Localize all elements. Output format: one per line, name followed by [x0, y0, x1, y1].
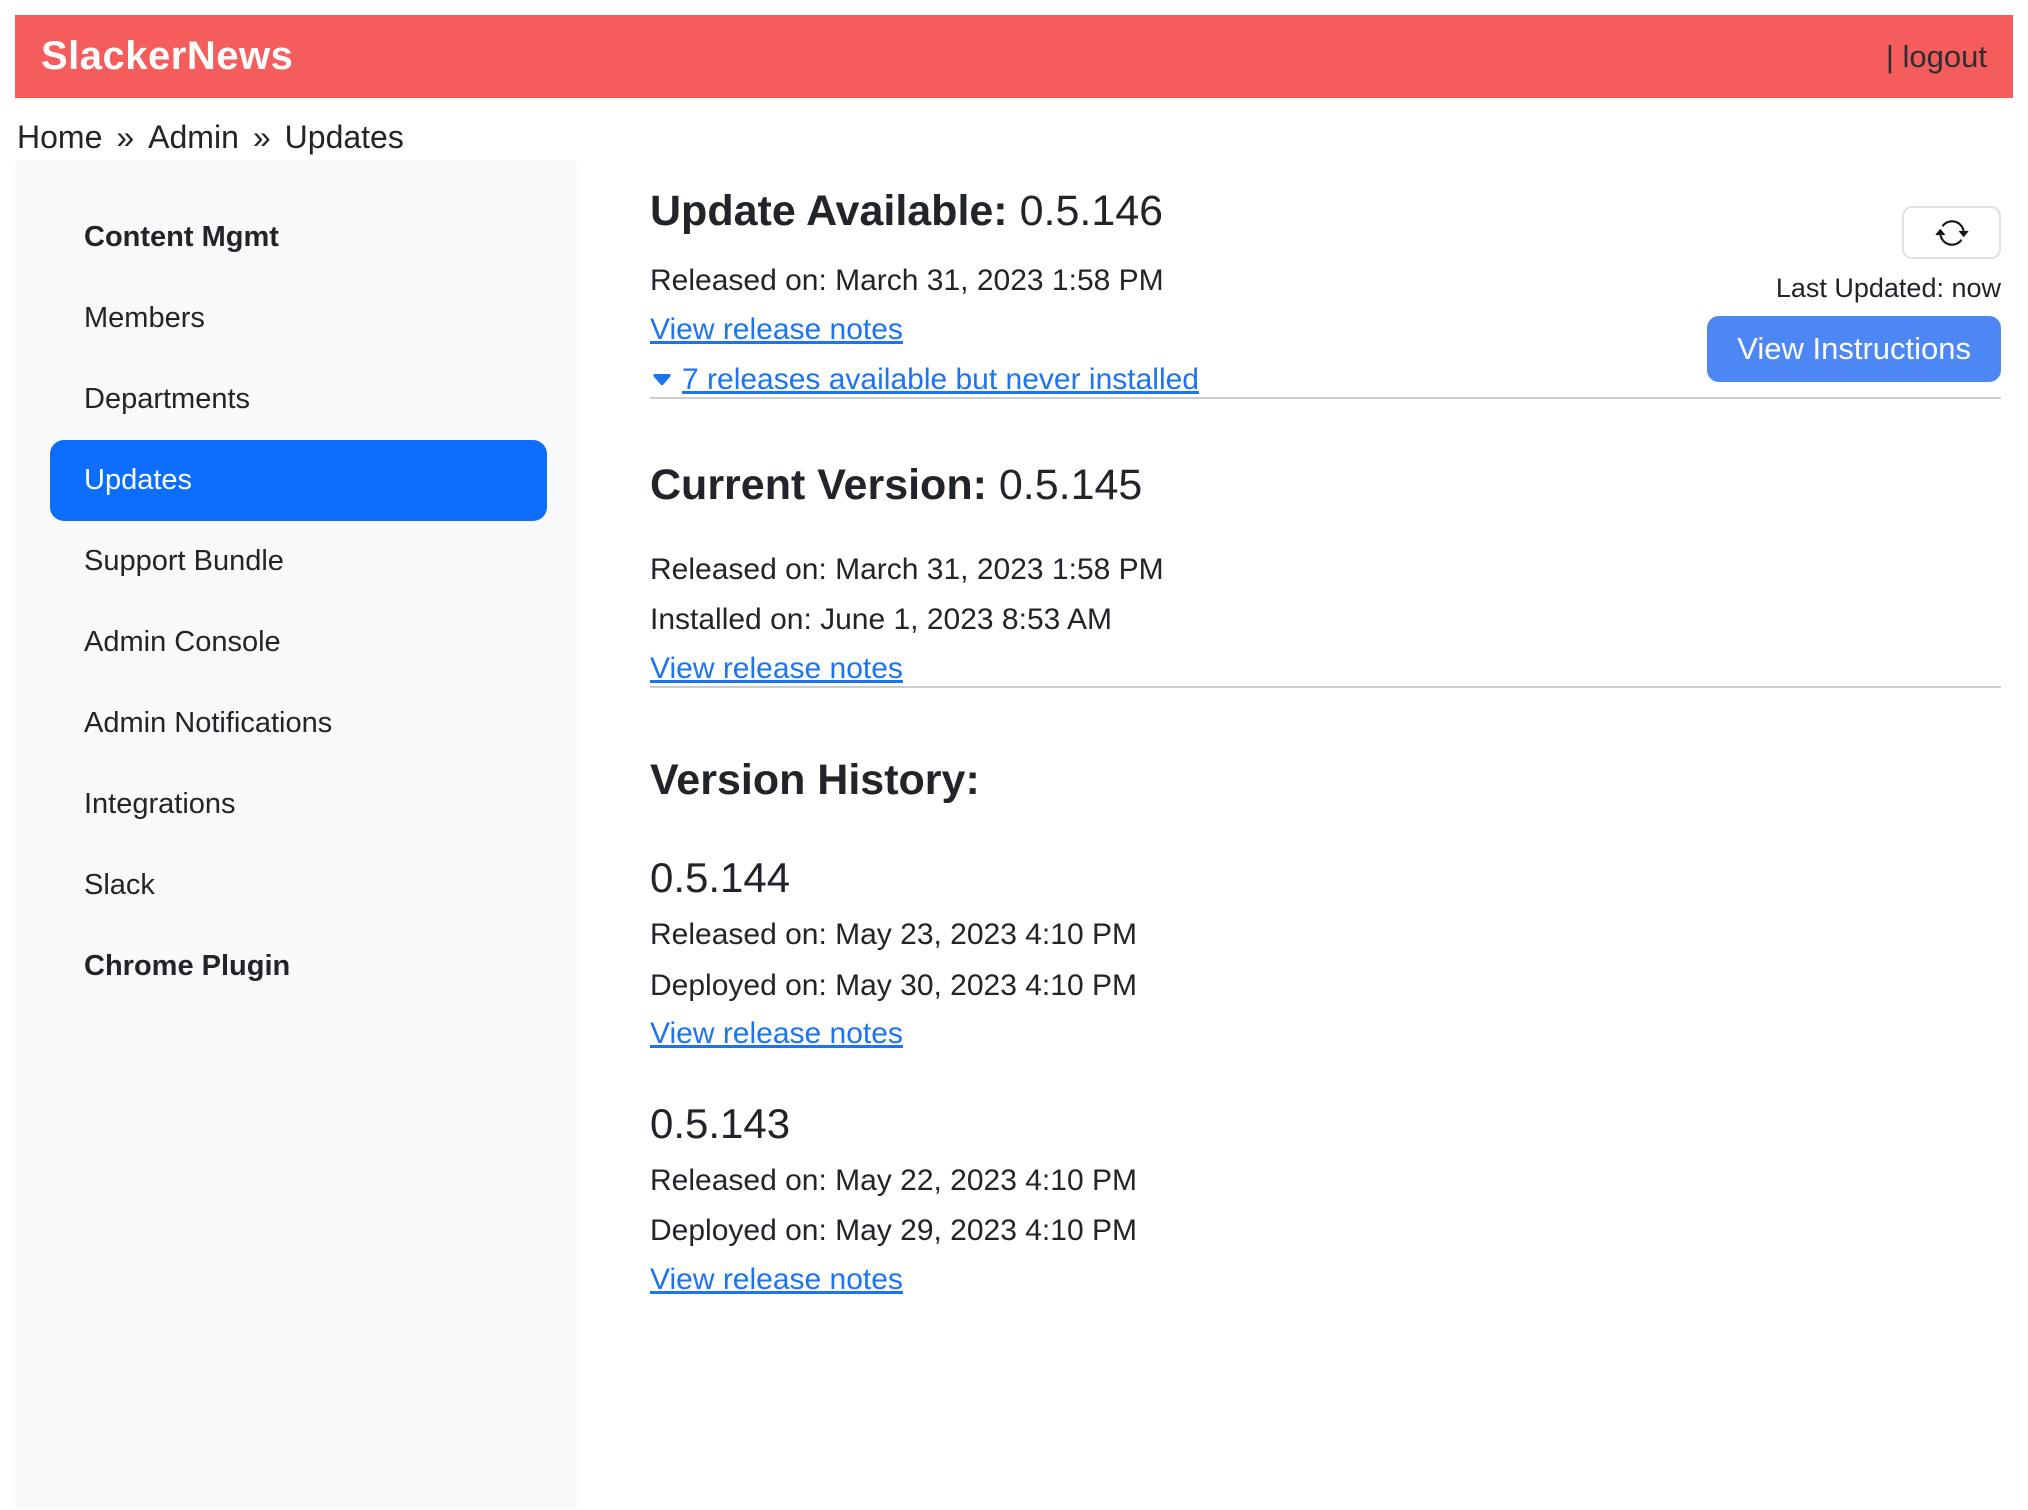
- view-instructions-button[interactable]: View Instructions: [1707, 316, 2001, 382]
- version-number: 0.5.143: [650, 1100, 2001, 1148]
- section-divider: [650, 686, 2001, 688]
- refresh-button[interactable]: [1902, 206, 2001, 259]
- section-divider: [650, 397, 2001, 399]
- update-available-heading: Update Available: 0.5.146: [650, 187, 1199, 236]
- last-updated-text: Last Updated: now: [1776, 273, 2001, 304]
- current-released-on-text: Released on: March 31, 2023 1:58 PM: [650, 553, 2001, 588]
- sidebar-item-departments[interactable]: Departments: [50, 359, 547, 440]
- sidebar-item-admin-console[interactable]: Admin Console: [50, 602, 547, 683]
- update-release-notes-row: View release notes: [650, 299, 1199, 348]
- update-released-on-text: Released on: March 31, 2023 1:58 PM: [650, 264, 1199, 299]
- refresh-icon: [1935, 216, 1969, 250]
- breadcrumb-item-admin[interactable]: Admin: [148, 119, 239, 155]
- release-notes-row: View release notes: [650, 1249, 2001, 1298]
- breadcrumb: Home » Admin » Updates: [17, 119, 2013, 156]
- breadcrumb-item-updates: Updates: [285, 119, 404, 155]
- sidebar-item-slack[interactable]: Slack: [50, 845, 547, 926]
- version-number: 0.5.144: [650, 854, 2001, 902]
- breadcrumb-separator: »: [253, 119, 271, 155]
- page: { "colors": { "header_bg": "#f55c5c", "s…: [0, 0, 2028, 1510]
- version-history-section: Version History: 0.5.144 Released on: Ma…: [650, 756, 2001, 1297]
- update-available-section: Update Available: 0.5.146 Released on: M…: [650, 187, 2001, 397]
- sidebar-item-content-mgmt[interactable]: Content Mgmt: [50, 197, 547, 278]
- current-version-number: 0.5.145: [999, 461, 1142, 509]
- caret-down-icon: [650, 368, 674, 392]
- deployed-on-text: Deployed on: May 29, 2023 4:10 PM: [650, 1214, 2001, 1249]
- main-content: Update Available: 0.5.146 Released on: M…: [650, 161, 2001, 1508]
- sidebar-item-integrations[interactable]: Integrations: [50, 764, 547, 845]
- releases-notice-link[interactable]: 7 releases available but never installed: [682, 363, 1199, 397]
- sidebar-item-support-bundle[interactable]: Support Bundle: [50, 521, 547, 602]
- current-version-label: Current Version:: [650, 461, 987, 509]
- releases-notice-row: 7 releases available but never installed: [650, 363, 1199, 397]
- view-release-notes-link[interactable]: View release notes: [650, 1263, 903, 1298]
- released-on-text: Released on: May 23, 2023 4:10 PM: [650, 918, 2001, 953]
- current-release-notes-row: View release notes: [650, 638, 2001, 687]
- layout: Content MgmtMembersDepartmentsUpdatesSup…: [15, 161, 2013, 1508]
- sidebar-item-members[interactable]: Members: [50, 278, 547, 359]
- view-release-notes-link[interactable]: View release notes: [650, 1017, 903, 1052]
- update-available-label: Update Available:: [650, 187, 1008, 235]
- breadcrumb-separator: »: [116, 119, 134, 155]
- current-installed-on-text: Installed on: June 1, 2023 8:53 AM: [650, 603, 2001, 638]
- version-history-entry: 0.5.144 Released on: May 23, 2023 4:10 P…: [650, 854, 2001, 1052]
- logout-link[interactable]: | logout: [1886, 39, 1987, 75]
- sidebar-item-updates[interactable]: Updates: [50, 440, 547, 521]
- deployed-on-text: Deployed on: May 30, 2023 4:10 PM: [650, 969, 2001, 1004]
- update-available-info: Update Available: 0.5.146 Released on: M…: [650, 187, 1199, 397]
- view-release-notes-link[interactable]: View release notes: [650, 652, 903, 687]
- current-version-section: Current Version: 0.5.145 Released on: Ma…: [650, 461, 2001, 686]
- sidebar-item-chrome-plugin[interactable]: Chrome Plugin: [50, 926, 547, 1007]
- version-history-list: 0.5.144 Released on: May 23, 2023 4:10 P…: [650, 854, 2001, 1298]
- app-header: SlackerNews | logout: [15, 15, 2013, 98]
- version-history-heading: Version History:: [650, 756, 2001, 805]
- released-on-text: Released on: May 22, 2023 4:10 PM: [650, 1164, 2001, 1199]
- update-available-version-value: 0.5.146: [1020, 187, 1163, 235]
- current-version-heading: Current Version: 0.5.145: [650, 461, 2001, 510]
- view-release-notes-link[interactable]: View release notes: [650, 313, 903, 348]
- version-history-entry: 0.5.143 Released on: May 22, 2023 4:10 P…: [650, 1100, 2001, 1298]
- sidebar-nav: Content MgmtMembersDepartmentsUpdatesSup…: [15, 161, 577, 1508]
- release-notes-row: View release notes: [650, 1003, 2001, 1052]
- breadcrumb-item-home[interactable]: Home: [17, 119, 102, 155]
- app-title: SlackerNews: [41, 34, 293, 79]
- update-controls: Last Updated: now View Instructions: [1707, 206, 2001, 382]
- sidebar-item-admin-notifications[interactable]: Admin Notifications: [50, 683, 547, 764]
